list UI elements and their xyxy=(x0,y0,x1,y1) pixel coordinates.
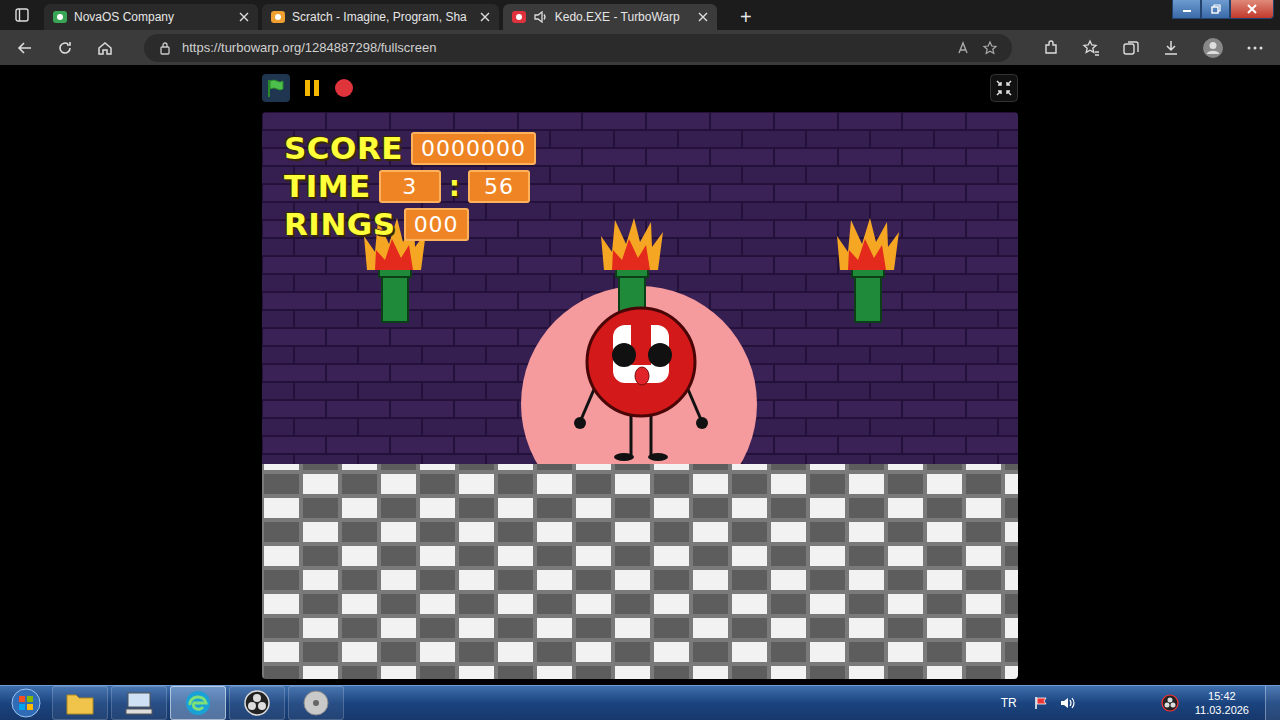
time-text: 15:42 xyxy=(1208,689,1236,703)
obs-tray-icon[interactable] xyxy=(1161,694,1179,712)
hud-separator: : xyxy=(449,170,460,203)
new-tab-button[interactable]: + xyxy=(731,4,761,30)
taskbar: TR 15:42 11.03.2026 xyxy=(0,685,1280,720)
tab-label: NovaOS Company xyxy=(74,10,226,24)
pause-icon[interactable] xyxy=(302,78,322,98)
speaker-icon[interactable] xyxy=(533,9,549,25)
home-icon[interactable] xyxy=(96,39,114,57)
computer-icon xyxy=(124,690,154,716)
browser-window: NovaOS Company Scratch - Imagine, Progra… xyxy=(0,0,1280,720)
extensions-icon[interactable] xyxy=(1042,39,1060,57)
close-icon xyxy=(1247,4,1257,14)
taskbar-app[interactable] xyxy=(111,686,167,720)
torch-icon xyxy=(601,218,663,322)
stop-icon[interactable] xyxy=(334,78,354,98)
hud-value: 3 xyxy=(379,170,441,203)
hud-label: TIME xyxy=(284,168,371,204)
favicon-icon xyxy=(511,9,527,25)
favicon-icon xyxy=(52,9,68,25)
green-flag-icon xyxy=(266,78,286,98)
checkered-floor xyxy=(262,464,1018,679)
url-text: https://turbowarp.org/1284887298/fullscr… xyxy=(182,40,436,55)
tab-strip: NovaOS Company Scratch - Imagine, Progra… xyxy=(0,0,1280,30)
more-icon[interactable] xyxy=(1246,39,1264,57)
obs-icon xyxy=(243,689,271,717)
minimize-icon xyxy=(1182,5,1192,13)
downloads-icon[interactable] xyxy=(1162,39,1180,57)
lock-icon[interactable] xyxy=(158,41,172,55)
volume-icon[interactable] xyxy=(1059,695,1077,711)
window-controls xyxy=(1172,0,1274,19)
green-flag-button[interactable] xyxy=(262,74,290,102)
clock[interactable]: 15:42 11.03.2026 xyxy=(1189,689,1255,717)
taskbar-app[interactable] xyxy=(170,686,226,720)
system-tray: TR 15:42 11.03.2026 xyxy=(1001,686,1280,720)
start-button[interactable] xyxy=(0,686,52,720)
edge-icon xyxy=(184,689,212,717)
windows-logo-icon xyxy=(11,688,41,718)
taskbar-app[interactable] xyxy=(288,686,344,720)
disc-icon xyxy=(302,689,330,717)
profile-icon[interactable] xyxy=(1202,37,1224,59)
torch-icon xyxy=(837,218,899,322)
hud-label: SCORE xyxy=(284,130,403,166)
folder-icon xyxy=(65,690,95,716)
collections-icon[interactable] xyxy=(1122,39,1140,57)
tab[interactable]: Kedo.EXE - TurboWarp xyxy=(503,4,717,30)
back-icon[interactable] xyxy=(16,39,34,57)
game-scene xyxy=(262,112,1018,679)
brick-wall xyxy=(262,112,1018,464)
hud-row: RINGS 000 xyxy=(284,206,536,242)
read-aloud-icon[interactable] xyxy=(956,40,972,56)
hud-value: 000 xyxy=(404,208,469,241)
exit-fullscreen-icon[interactable] xyxy=(990,74,1018,102)
language-indicator[interactable]: TR xyxy=(1001,696,1017,710)
hud-row: SCORE 0000000 xyxy=(284,130,536,166)
tab-label: Scratch - Imagine, Program, Sha xyxy=(292,10,467,24)
kedo-character xyxy=(574,308,708,461)
close-window-button[interactable] xyxy=(1230,0,1274,19)
close-tab-icon[interactable] xyxy=(479,11,491,23)
restore-button[interactable] xyxy=(1201,0,1230,19)
hud-row: TIME 3: 56 xyxy=(284,168,536,204)
tab[interactable]: NovaOS Company xyxy=(44,4,258,30)
minimize-button[interactable] xyxy=(1172,0,1201,19)
game-stage[interactable]: SCORE 0000000TIME 3: 56RINGS 000 xyxy=(262,112,1018,679)
hud-label: RINGS xyxy=(284,206,396,242)
close-tab-icon[interactable] xyxy=(697,11,709,23)
taskbar-app[interactable] xyxy=(229,686,285,720)
favicon-icon xyxy=(270,9,286,25)
tab[interactable]: Scratch - Imagine, Program, Sha xyxy=(262,4,499,30)
action-center-icon[interactable] xyxy=(1033,695,1049,711)
tab-actions-icon xyxy=(15,8,29,22)
page: SCORE 0000000TIME 3: 56RINGS 000 xyxy=(0,65,1280,685)
taskbar-app[interactable] xyxy=(52,686,108,720)
player-controls xyxy=(262,73,1018,103)
player: SCORE 0000000TIME 3: 56RINGS 000 xyxy=(262,73,1018,685)
tab-actions-button[interactable] xyxy=(0,0,44,30)
address-bar[interactable]: https://turbowarp.org/1284887298/fullscr… xyxy=(144,34,1012,62)
toolbar: https://turbowarp.org/1284887298/fullscr… xyxy=(0,30,1280,65)
favorites-icon[interactable] xyxy=(1082,39,1100,57)
reload-icon[interactable] xyxy=(56,39,74,57)
close-tab-icon[interactable] xyxy=(238,11,250,23)
restore-icon xyxy=(1211,4,1221,14)
tab-label: Kedo.EXE - TurboWarp xyxy=(555,10,685,24)
hud-value: 56 xyxy=(468,170,530,203)
hud: SCORE 0000000TIME 3: 56RINGS 000 xyxy=(284,130,536,242)
date-text: 11.03.2026 xyxy=(1195,703,1249,717)
favorite-star-icon[interactable] xyxy=(982,40,998,56)
hud-value: 0000000 xyxy=(411,132,536,165)
show-desktop-button[interactable] xyxy=(1265,686,1280,720)
